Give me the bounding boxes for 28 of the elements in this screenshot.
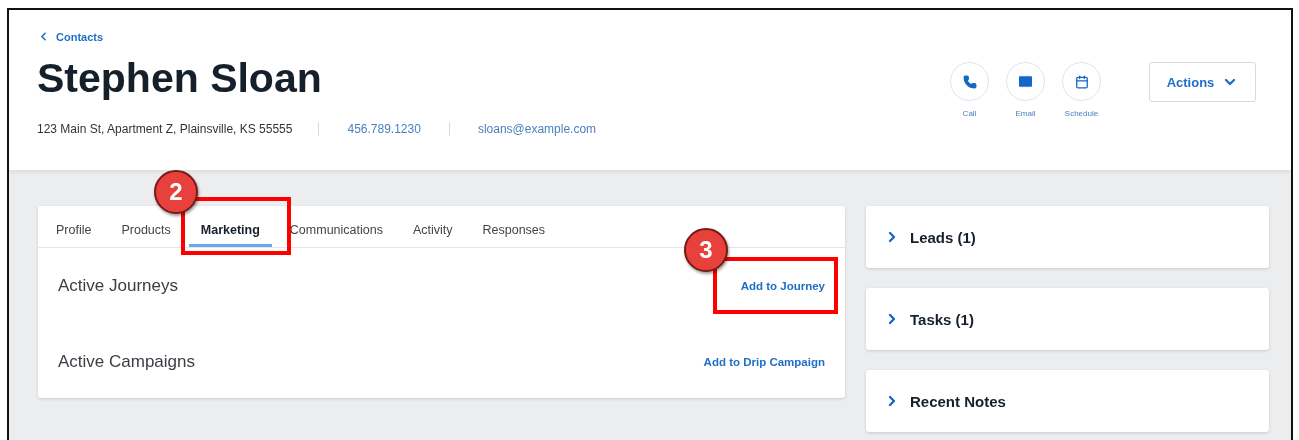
step-badge: 2	[154, 170, 198, 214]
add-link[interactable]: Add to Drip Campaign	[703, 356, 825, 368]
phone-link[interactable]: 456.789.1230	[319, 122, 450, 136]
collapsible-panel[interactable]: Tasks (1)	[866, 288, 1269, 350]
tab[interactable]: Communications	[277, 219, 395, 247]
quick-action-label: Email	[1015, 109, 1036, 118]
address-text: 123 Main St, Apartment Z, Plainsville, KS 55555	[37, 122, 320, 136]
collapsible-panel[interactable]: Recent Notes	[866, 370, 1269, 432]
add-link[interactable]: Add to Journey	[740, 280, 825, 292]
section-title: Active Journeys	[58, 276, 178, 296]
quick-action-label: Schedule	[1064, 109, 1099, 118]
email-link[interactable]: sloans@example.com	[449, 122, 625, 136]
calendar-icon	[1074, 74, 1089, 89]
tab[interactable]: Marketing	[188, 219, 272, 247]
section-title: Active Campaigns	[58, 352, 195, 372]
tab[interactable]: Products	[109, 219, 183, 247]
call-button[interactable]	[950, 62, 989, 101]
phone-icon	[962, 74, 977, 89]
tab[interactable]: Activity	[400, 219, 465, 247]
quick-action-label: Call	[962, 109, 977, 118]
contact-name: Stephen Sloan	[37, 55, 323, 102]
email-button[interactable]	[1006, 62, 1045, 101]
collapsible-panel[interactable]: Leads (1)	[866, 206, 1269, 268]
schedule-button[interactable]	[1062, 62, 1101, 101]
back-link[interactable]: Contacts	[37, 30, 625, 43]
actions-button[interactable]: Actions	[1149, 62, 1256, 102]
tab[interactable]: Profile	[44, 219, 104, 247]
tab[interactable]: Responses	[470, 219, 558, 247]
